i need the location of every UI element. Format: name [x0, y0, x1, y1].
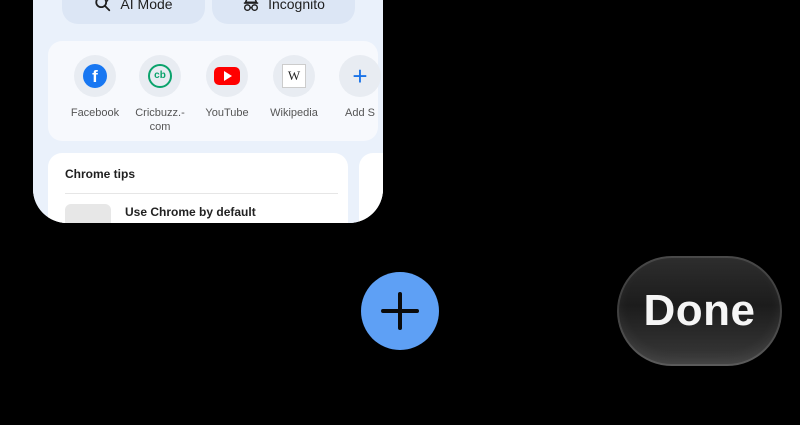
tab-thumbnail[interactable]: AI Mode Incognito f Facebook cb Cricbuzz… [33, 0, 383, 223]
youtube-icon [214, 67, 240, 85]
new-tab-button[interactable] [361, 272, 439, 350]
ai-mode-button[interactable]: AI Mode [62, 0, 205, 24]
chrome-tips-card: Chrome tips Use Chrome by default [48, 153, 348, 223]
divider [65, 193, 338, 194]
shortcut-facebook[interactable]: f Facebook [63, 55, 127, 120]
incognito-label: Incognito [268, 0, 325, 12]
facebook-tile: f [74, 55, 116, 97]
tip-thumbnail [65, 204, 111, 223]
next-card-edge [359, 153, 383, 223]
incognito-button[interactable]: Incognito [212, 0, 355, 24]
wikipedia-tile: W [273, 55, 315, 97]
tip-text[interactable]: Use Chrome by default [125, 205, 256, 219]
add-shortcut-tile: + [339, 55, 381, 97]
shortcut-label: YouTube [205, 107, 249, 119]
cricbuzz-icon: cb [148, 64, 172, 88]
youtube-tile [206, 55, 248, 97]
shortcut-label: Facebook [70, 107, 120, 119]
wikipedia-icon: W [282, 64, 306, 88]
done-label: Done [643, 286, 756, 335]
shortcut-add[interactable]: + Add S [328, 55, 383, 120]
done-button[interactable]: Done [617, 256, 782, 366]
chrome-tips-title: Chrome tips [65, 167, 136, 181]
shortcut-label: Cricbuzz.- com [135, 107, 185, 133]
shortcut-youtube[interactable]: YouTube [195, 55, 259, 120]
cricbuzz-tile: cb [139, 55, 181, 97]
shortcut-label: Wikipedia [270, 107, 318, 119]
plus-icon [379, 290, 421, 332]
facebook-icon: f [83, 64, 107, 88]
shortcuts-panel: f Facebook cb Cricbuzz.- com YouTube W W… [48, 41, 381, 141]
shortcut-wikipedia[interactable]: W Wikipedia [262, 55, 326, 120]
shortcut-cricbuzz[interactable]: cb Cricbuzz.- com [128, 55, 192, 134]
ai-mode-label: AI Mode [120, 0, 173, 12]
shortcut-label: Add S [345, 107, 375, 119]
new-tab-page-preview: AI Mode Incognito f Facebook cb Cricbuzz… [33, 0, 383, 223]
tab-switcher-screen: AI Mode Incognito f Facebook cb Cricbuzz… [0, 0, 800, 425]
incognito-icon [243, 0, 259, 12]
plus-icon: + [352, 61, 368, 91]
ai-search-icon [95, 0, 111, 12]
